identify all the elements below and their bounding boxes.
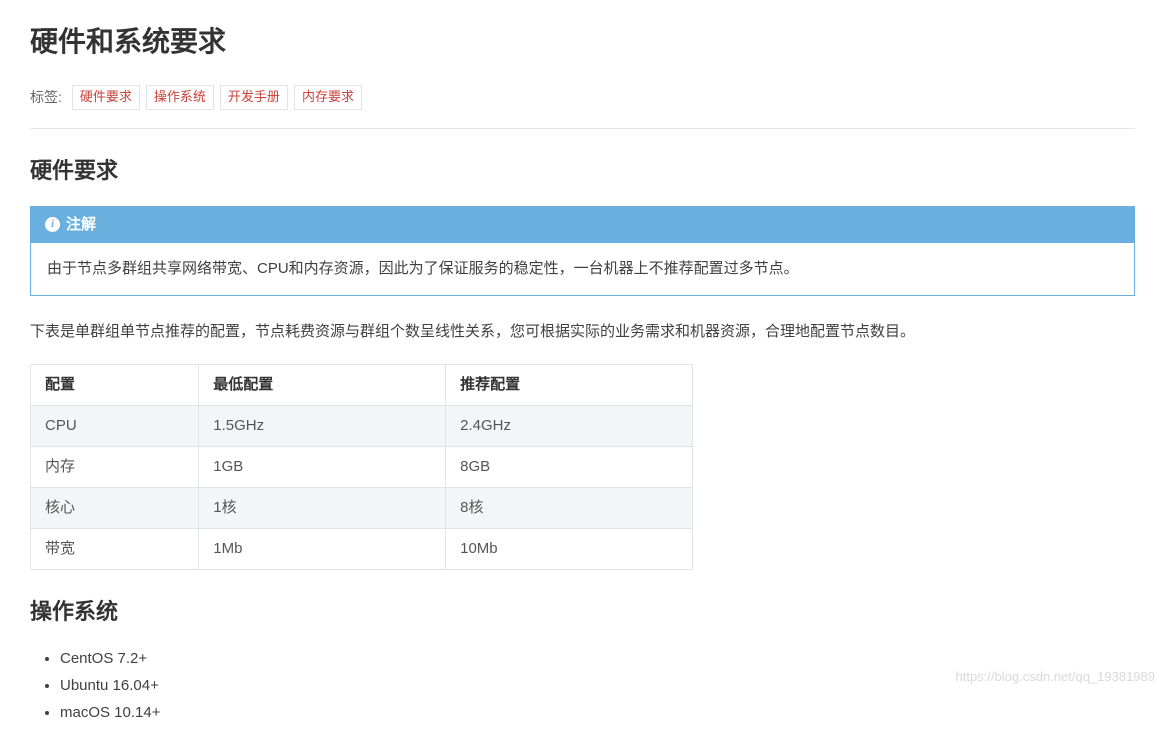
- cell: CPU: [31, 405, 199, 446]
- note-admonition: i 注解 由于节点多群组共享网络带宽、CPU和内存资源，因此为了保证服务的稳定性…: [30, 206, 1135, 296]
- table-row: 核心 1核 8核: [31, 487, 693, 528]
- list-item: macOS 10.14+: [60, 701, 1135, 725]
- section-os-title: 操作系统: [30, 594, 1135, 629]
- cell: 8核: [446, 487, 693, 528]
- tag-os[interactable]: 操作系统: [146, 85, 214, 110]
- os-list: CentOS 7.2+ Ubuntu 16.04+ macOS 10.14+: [30, 647, 1135, 725]
- cell: 1GB: [199, 446, 446, 487]
- tags-row: 标签: 硬件要求 操作系统 开发手册 内存要求: [30, 85, 1135, 110]
- cell: 核心: [31, 487, 199, 528]
- cell: 1.5GHz: [199, 405, 446, 446]
- cell: 1核: [199, 487, 446, 528]
- tags-label: 标签:: [30, 86, 62, 108]
- section-hardware-title: 硬件要求: [30, 153, 1135, 188]
- cell: 带宽: [31, 528, 199, 569]
- tag-hardware-req[interactable]: 硬件要求: [72, 85, 140, 110]
- note-title-bar: i 注解: [31, 207, 1134, 243]
- tag-memory-req[interactable]: 内存要求: [294, 85, 362, 110]
- cell: 内存: [31, 446, 199, 487]
- cell: 10Mb: [446, 528, 693, 569]
- page-title: 硬件和系统要求: [30, 20, 1135, 65]
- cell: 8GB: [446, 446, 693, 487]
- th-config: 配置: [31, 364, 199, 405]
- tag-dev-manual[interactable]: 开发手册: [220, 85, 288, 110]
- config-table: 配置 最低配置 推荐配置 CPU 1.5GHz 2.4GHz 内存 1GB 8G…: [30, 364, 693, 570]
- cell: 1Mb: [199, 528, 446, 569]
- cell: 2.4GHz: [446, 405, 693, 446]
- hardware-intro: 下表是单群组单节点推荐的配置，节点耗费资源与群组个数呈线性关系，您可根据实际的业…: [30, 320, 1135, 344]
- table-header-row: 配置 最低配置 推荐配置: [31, 364, 693, 405]
- divider: [30, 128, 1135, 129]
- th-rec: 推荐配置: [446, 364, 693, 405]
- table-row: 带宽 1Mb 10Mb: [31, 528, 693, 569]
- note-body: 由于节点多群组共享网络带宽、CPU和内存资源，因此为了保证服务的稳定性，一台机器…: [31, 243, 1134, 295]
- table-row: CPU 1.5GHz 2.4GHz: [31, 405, 693, 446]
- list-item: Ubuntu 16.04+: [60, 674, 1135, 698]
- th-min: 最低配置: [199, 364, 446, 405]
- note-title-text: 注解: [66, 213, 96, 237]
- table-row: 内存 1GB 8GB: [31, 446, 693, 487]
- info-icon: i: [45, 217, 60, 232]
- list-item: CentOS 7.2+: [60, 647, 1135, 671]
